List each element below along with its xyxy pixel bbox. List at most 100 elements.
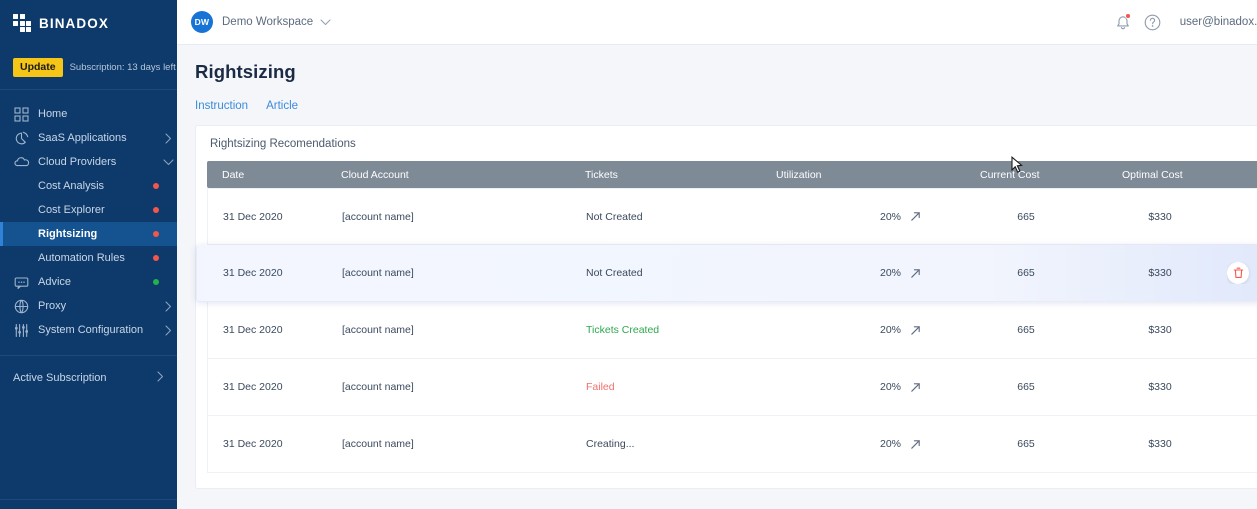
user-email[interactable]: user@binadox.com	[1180, 16, 1257, 28]
brand-name: BINADOX	[39, 15, 109, 31]
sidebar-item-label: Home	[38, 108, 68, 120]
chevron-down-icon	[320, 18, 331, 26]
utilization-value: 20%	[879, 438, 901, 450]
sidebar-item-cost-explorer[interactable]: Cost Explorer	[0, 198, 177, 222]
subscription-banner: Update Subscription: 13 days left	[0, 46, 177, 90]
cell-optimal-cost: $330	[1148, 381, 1172, 393]
sidebar-item-saas-applications[interactable]: SaaS Applications	[0, 126, 177, 150]
utilization-value: 20%	[879, 381, 901, 393]
top-bar: DW Demo Workspace user@binadox.	[177, 0, 1257, 45]
brand-logo[interactable]: BINADOX	[0, 0, 177, 46]
sidebar-item-proxy[interactable]: Proxy	[0, 294, 177, 318]
status-dot-red	[153, 255, 159, 261]
cell-current-cost: 665	[1017, 210, 1035, 223]
column-header-utilization[interactable]: Utilization	[765, 169, 958, 181]
table-header-row: Date Cloud Account Tickets Utilization C…	[207, 161, 1257, 188]
cell-optimal-cost: $330	[1148, 210, 1172, 223]
sidebar-item-label: Active Subscription	[13, 372, 107, 384]
cloud-icon	[13, 154, 30, 171]
cell-optimal-cost: $330	[1148, 267, 1172, 279]
sidebar-item-label: Cost Explorer	[38, 204, 105, 216]
tab-article[interactable]: Article	[266, 100, 298, 112]
cell-date: 31 Dec 2020	[223, 324, 283, 336]
cell-utilization: 20%	[766, 267, 959, 279]
cell-cloud-account: [account name]	[342, 438, 414, 450]
column-header-date[interactable]: Date	[207, 169, 341, 181]
status-dot-green	[153, 279, 159, 285]
tab-instruction[interactable]: Instruction	[195, 100, 248, 112]
column-header-current-cost[interactable]: Current Cost	[958, 169, 1092, 181]
chevron-right-icon	[159, 132, 177, 144]
table-row[interactable]: 31 Dec 2020 [account name] Not Created 20% 6…	[207, 188, 1257, 245]
sidebar-bottom-divider	[0, 499, 177, 500]
table-row[interactable]: 31 Dec 2020 [account name] Tickets Created…	[207, 302, 1257, 359]
subscription-status: Subscription: 13 days left	[69, 62, 176, 73]
grid-icon	[13, 106, 30, 123]
sliders-icon	[13, 322, 30, 339]
utilization-value: 20%	[879, 210, 901, 223]
sidebar-item-label: Automation Rules	[38, 252, 125, 264]
workspace-selector[interactable]: DW Demo Workspace	[191, 11, 331, 33]
help-button[interactable]	[1140, 9, 1166, 35]
cell-tickets-status: Tickets Created	[586, 324, 660, 336]
cell-current-cost: 665	[1017, 324, 1035, 336]
sidebar-item-label: Cost Analysis	[38, 180, 105, 192]
sidebar-item-rightsizing[interactable]: Rightsizing	[0, 222, 177, 246]
sidebar-item-advice[interactable]: Advice	[0, 270, 177, 294]
column-header-tickets[interactable]: Tickets	[585, 169, 765, 181]
cell-utilization: 20%	[766, 438, 959, 450]
workspace-avatar: DW	[191, 11, 213, 33]
chevron-right-icon	[159, 324, 177, 336]
sidebar-item-label: SaaS Applications	[38, 132, 127, 144]
arrow-up-right-icon	[910, 325, 921, 336]
sidebar-item-cost-analysis[interactable]: Cost Analysis	[0, 174, 177, 198]
sidebar-item-label: System Configuration	[38, 324, 144, 336]
status-dot-red	[153, 231, 159, 237]
cell-date: 31 Dec 2020	[223, 210, 283, 223]
cell-cloud-account: [account name]	[342, 381, 414, 393]
cell-date: 31 Dec 2020	[223, 267, 283, 279]
chevron-right-icon	[157, 371, 164, 385]
cell-utilization: 20%	[766, 211, 959, 223]
page-title: Rightsizing	[195, 61, 296, 82]
globe-icon	[13, 298, 30, 315]
sidebar-item-system-configuration[interactable]: System Configuration	[0, 318, 177, 342]
sidebar-item-label: Rightsizing	[38, 228, 98, 240]
sidebar-item-automation-rules[interactable]: Automation Rules	[0, 246, 177, 270]
delete-row-button[interactable]	[1227, 262, 1249, 284]
chevron-right-icon	[159, 300, 177, 312]
cell-cloud-account: [account name]	[342, 324, 414, 336]
sidebar-item-active-subscription[interactable]: Active Subscription	[0, 364, 177, 392]
cell-current-cost: 665	[1017, 267, 1035, 279]
column-header-cloud-account[interactable]: Cloud Account	[341, 169, 585, 181]
cell-current-cost: 665	[1017, 381, 1035, 393]
recommendations-card: Rightsizing Recomendations Date Cloud Ac…	[195, 125, 1257, 489]
arrow-up-right-icon	[910, 268, 921, 279]
notifications-button[interactable]	[1110, 9, 1136, 35]
table-row[interactable]: 31 Dec 2020 [account name] Creating... 20% 6…	[207, 416, 1257, 473]
sidebar-divider	[0, 355, 177, 356]
page-content: Rightsizing Instruction Article Rightsiz…	[177, 45, 1257, 509]
utilization-value: 20%	[879, 324, 901, 336]
update-button[interactable]: Update	[13, 58, 63, 77]
cell-optimal-cost: $330	[1148, 324, 1172, 336]
cell-cloud-account: [account name]	[342, 267, 414, 279]
table-body: 31 Dec 2020 [account name] Not Created 20% 6…	[196, 188, 1257, 473]
sidebar-item-label: Proxy	[38, 300, 67, 312]
cell-tickets-status: Failed	[586, 381, 615, 393]
table-row[interactable]: 31 Dec 2020 [account name] Not Created 20% 6…	[196, 245, 1257, 302]
sidebar-item-cloud-providers[interactable]: Cloud Providers	[0, 150, 177, 174]
sidebar-item-label: Cloud Providers	[38, 156, 117, 168]
sidebar-item-home[interactable]: Home	[0, 102, 177, 126]
notification-badge	[1124, 13, 1131, 19]
cell-utilization: 20%	[766, 324, 959, 336]
main-area: DW Demo Workspace user@binadox. Rightsiz…	[177, 0, 1257, 509]
column-header-optimal-cost[interactable]: Optimal Cost	[1092, 169, 1226, 181]
arrow-up-right-icon	[910, 382, 921, 393]
table-row[interactable]: 31 Dec 2020 [account name] Failed 20% 665 $33…	[207, 359, 1257, 416]
status-dot-red	[153, 207, 159, 213]
sidebar: BINADOX Update Subscription: 13 days lef…	[0, 0, 177, 509]
cell-date: 31 Dec 2020	[223, 381, 283, 393]
cell-current-cost: 665	[1017, 438, 1035, 450]
cell-tickets-status: Not Created	[586, 210, 643, 223]
